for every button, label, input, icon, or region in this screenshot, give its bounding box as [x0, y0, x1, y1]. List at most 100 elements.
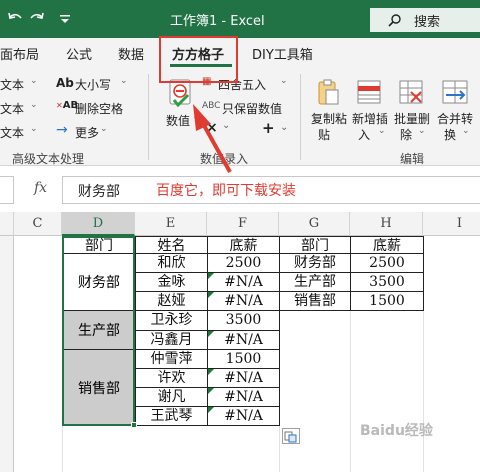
case-button[interactable]: 大小写: [75, 76, 111, 93]
column-header-i[interactable]: I: [423, 212, 480, 236]
text-menu-3[interactable]: 文本: [0, 124, 24, 141]
delete-spaces-button[interactable]: 删除空格: [75, 100, 123, 117]
chevron-down-icon[interactable]: ⌄: [120, 76, 128, 86]
more-button[interactable]: 更多: [75, 124, 99, 141]
copy-paste-button[interactable]: 复制粘: [311, 110, 347, 127]
text-menu-2[interactable]: 文本: [0, 100, 24, 117]
table-cell-salary[interactable]: 1500: [207, 349, 280, 369]
search-box[interactable]: 搜索: [370, 8, 480, 32]
group-separator: [300, 74, 301, 160]
group-separator: [148, 74, 149, 160]
column-header-g[interactable]: G: [279, 212, 350, 236]
lookup-cell-salary[interactable]: 2500: [350, 253, 424, 273]
copy-paste-button-line2: 贴: [318, 128, 331, 142]
chevron-down-icon[interactable]: ⌄: [30, 76, 38, 86]
chevron-down-icon[interactable]: ⌄: [280, 122, 288, 133]
paste-options-glyph: [284, 431, 297, 443]
merged-cell-finance[interactable]: 财务部: [62, 253, 136, 311]
error-indicator[interactable]: [208, 331, 214, 337]
error-indicator[interactable]: [208, 388, 214, 394]
table-cell-name[interactable]: 冯鑫月: [135, 330, 208, 350]
merged-cell-sales[interactable]: 销售部: [62, 349, 136, 426]
column-header-h[interactable]: H: [350, 212, 423, 236]
undo-icon[interactable]: [6, 10, 24, 28]
error-indicator[interactable]: [208, 292, 214, 298]
table-cell-name[interactable]: 赵娅: [135, 291, 208, 311]
excel-window: 工作簿1 - Excel 搜索 面布局 公式 数据 方方格子 DIY工具箱 文本…: [0, 0, 480, 472]
table-cell-name[interactable]: 卫永珍: [135, 310, 208, 331]
chevron-down-icon[interactable]: ⌄: [30, 124, 38, 134]
row-headers: [0, 236, 14, 472]
table-cell-salary[interactable]: #N/A: [207, 291, 280, 311]
lookup-cell-salary[interactable]: 1500: [350, 291, 424, 311]
table-cell-name[interactable]: 谢凡: [135, 387, 208, 407]
table-cell-name[interactable]: 许欢: [135, 368, 208, 388]
chevron-down-icon[interactable]: ⌄: [378, 126, 386, 136]
chevron-down-icon[interactable]: ⌄: [418, 126, 426, 136]
error-indicator[interactable]: [208, 407, 214, 413]
error-indicator[interactable]: [208, 273, 214, 279]
lookup-cell-dept[interactable]: 财务部: [279, 253, 351, 273]
table-cell-salary[interactable]: 2500: [207, 253, 280, 273]
chevron-down-icon[interactable]: ⌄: [30, 100, 38, 110]
lookup-header-dept[interactable]: 部门: [279, 236, 351, 254]
chevron-down-icon[interactable]: ⌄: [222, 120, 230, 131]
copy-paste-icon: [318, 79, 339, 105]
select-all-corner[interactable]: [0, 212, 14, 236]
group-label-edit: 编辑: [400, 152, 425, 166]
customize-quick-access-icon[interactable]: [56, 10, 74, 28]
table-cell-salary[interactable]: #N/A: [207, 330, 280, 350]
table-cell-name[interactable]: 金咏: [135, 272, 208, 292]
lookup-cell-dept[interactable]: 生产部: [279, 272, 351, 292]
column-header-d[interactable]: D: [62, 212, 135, 236]
values-button[interactable]: 数值: [166, 112, 190, 129]
batch-delete-button-line2: 除: [400, 128, 413, 142]
column-header-c[interactable]: C: [14, 212, 62, 236]
table-cell-salary[interactable]: #N/A: [207, 387, 280, 407]
lookup-cell-salary[interactable]: 3500: [350, 272, 424, 292]
lookup-cell-dept[interactable]: 销售部: [279, 291, 351, 311]
fill-handle[interactable]: [131, 422, 137, 428]
arrow-right-icon: →: [56, 122, 68, 138]
table-header-dept[interactable]: 部门: [62, 236, 136, 254]
tab-formulas[interactable]: 公式: [66, 44, 92, 63]
table-cell-name[interactable]: 和欣: [135, 253, 208, 273]
name-box[interactable]: [0, 176, 14, 204]
table-cell-salary[interactable]: 3500: [207, 310, 280, 331]
text-menu-1[interactable]: 文本: [0, 76, 24, 93]
lookup-header-salary[interactable]: 底薪: [350, 236, 424, 254]
column-header-f[interactable]: F: [207, 212, 279, 236]
table-header-salary[interactable]: 底薪: [207, 236, 280, 254]
merged-cell-label: 销售部: [78, 380, 120, 397]
merge-convert-button[interactable]: 合并转: [437, 110, 473, 127]
insert-icon: [357, 80, 381, 104]
add-insert-button-line2: 入: [358, 128, 371, 142]
paste-options-icon[interactable]: [282, 428, 300, 444]
table-header-name[interactable]: 姓名: [135, 236, 208, 254]
table-cell-salary[interactable]: #N/A: [207, 406, 280, 426]
chevron-down-icon[interactable]: ⌄: [192, 112, 200, 122]
annotation-note: 百度它，即可下载安装: [156, 183, 296, 199]
insert-function-icon[interactable]: fx: [34, 180, 47, 196]
tab-page-layout[interactable]: 面布局: [0, 44, 39, 63]
merged-cell-production[interactable]: 生产部: [62, 310, 136, 350]
batch-delete-button[interactable]: 批量删: [394, 110, 430, 127]
error-indicator[interactable]: [208, 369, 214, 375]
chevron-down-icon[interactable]: ⌄: [462, 126, 470, 136]
redo-icon[interactable]: [28, 10, 46, 28]
table-cell-name[interactable]: 王武琴: [135, 406, 208, 426]
keep-values-button[interactable]: 只保留数值: [222, 100, 282, 117]
table-cell-name[interactable]: 仲雪萍: [135, 349, 208, 369]
table-cell-salary[interactable]: #N/A: [207, 368, 280, 388]
chevron-down-icon[interactable]: ⌄: [280, 76, 288, 86]
search-label: 搜索: [414, 14, 441, 30]
tab-diy-toolbox[interactable]: DIY工具箱: [252, 44, 313, 63]
plus-icon[interactable]: +: [262, 119, 275, 137]
table-cell-salary[interactable]: #N/A: [207, 272, 280, 292]
chevron-down-icon[interactable]: ⌄: [100, 124, 108, 134]
add-insert-button[interactable]: 新增插: [352, 110, 388, 127]
multiply-icon[interactable]: ×: [206, 120, 218, 136]
tab-data[interactable]: 数据: [118, 44, 144, 63]
merged-cell-label: 生产部: [78, 323, 120, 339]
column-header-e[interactable]: E: [135, 212, 207, 236]
